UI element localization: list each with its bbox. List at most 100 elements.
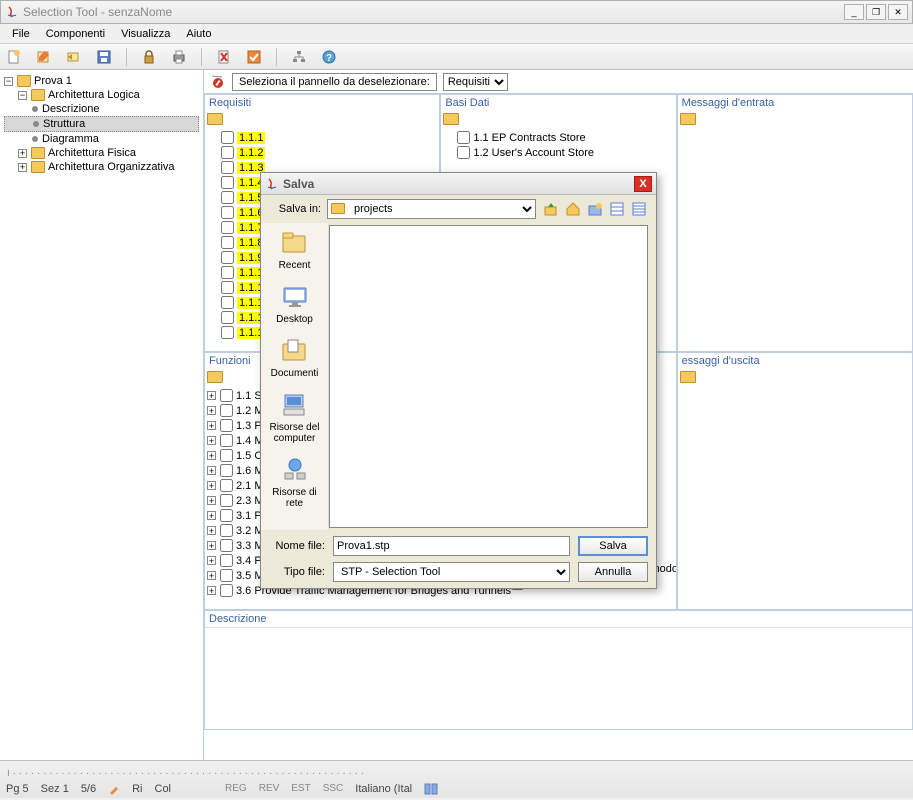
folder-icon[interactable]: [443, 113, 459, 125]
list-item[interactable]: 1.2 User's Account Store: [457, 145, 673, 160]
menu-componenti[interactable]: Componenti: [38, 26, 113, 42]
checkbox[interactable]: [220, 494, 233, 507]
tree-root[interactable]: − Prova 1: [4, 74, 199, 88]
list-item[interactable]: 1.1 EP Contracts Store: [457, 130, 673, 145]
folder-icon[interactable]: [207, 371, 223, 383]
expand-icon[interactable]: +: [207, 466, 216, 475]
checkbox[interactable]: [220, 584, 233, 597]
expand-icon[interactable]: +: [207, 436, 216, 445]
checkbox[interactable]: [221, 281, 234, 294]
home-icon[interactable]: [564, 200, 582, 218]
list-item[interactable]: 1.1.2: [221, 145, 437, 160]
edit-icon[interactable]: [36, 49, 52, 65]
collapse-icon[interactable]: −: [18, 91, 27, 100]
tree-arch-logica[interactable]: − Architettura Logica: [4, 88, 199, 102]
list-item[interactable]: 1.1.1: [221, 130, 437, 145]
back-icon[interactable]: [66, 49, 82, 65]
expand-icon[interactable]: +: [207, 541, 216, 550]
checkbox[interactable]: [220, 404, 233, 417]
expand-icon[interactable]: +: [207, 556, 216, 565]
tree-descrizione[interactable]: Descrizione: [4, 102, 199, 116]
save-icon[interactable]: [96, 49, 112, 65]
tree-arch-fisica[interactable]: + Architettura Fisica: [4, 146, 199, 160]
sidebar-risorse[interactable]: Risorse del computer: [263, 391, 326, 444]
checkbox[interactable]: [221, 326, 234, 339]
expand-icon[interactable]: +: [18, 149, 27, 158]
tree-arch-org[interactable]: + Architettura Organizzativa: [4, 160, 199, 174]
panel-selector-dropdown[interactable]: Requisiti: [443, 73, 508, 91]
menu-file[interactable]: File: [4, 26, 38, 42]
salva-button[interactable]: Salva: [578, 536, 648, 556]
tree-struttura[interactable]: Struttura: [4, 116, 199, 132]
print-icon[interactable]: [171, 49, 187, 65]
sidebar-documenti[interactable]: Documenti: [271, 337, 319, 379]
expand-icon[interactable]: +: [207, 421, 216, 430]
checkbox[interactable]: [220, 539, 233, 552]
menu-aiuto[interactable]: Aiuto: [178, 26, 219, 42]
expand-icon[interactable]: +: [207, 481, 216, 490]
tree-diagramma[interactable]: Diagramma: [4, 132, 199, 146]
list-view-icon[interactable]: [608, 200, 626, 218]
tipo-file-dropdown[interactable]: STP - Selection Tool: [333, 562, 570, 582]
close-button[interactable]: ✕: [888, 4, 908, 20]
checkbox[interactable]: [220, 449, 233, 462]
folder-icon[interactable]: [207, 113, 223, 125]
checkbox[interactable]: [220, 524, 233, 537]
nome-file-input[interactable]: [333, 536, 570, 556]
checkbox[interactable]: [220, 464, 233, 477]
hierarchy-icon[interactable]: [291, 49, 307, 65]
checkbox[interactable]: [221, 221, 234, 234]
folder-icon[interactable]: [680, 371, 696, 383]
checkbox[interactable]: [221, 311, 234, 324]
expand-icon[interactable]: +: [207, 451, 216, 460]
expand-icon[interactable]: +: [207, 391, 216, 400]
descrizione-body[interactable]: [205, 627, 912, 729]
checkbox[interactable]: [457, 146, 470, 159]
folder-icon[interactable]: [680, 113, 696, 125]
checkbox[interactable]: [220, 389, 233, 402]
dialog-file-area[interactable]: [329, 225, 648, 528]
delete-icon[interactable]: [216, 49, 232, 65]
annulla-button[interactable]: Annulla: [578, 562, 648, 582]
checkbox[interactable]: [220, 569, 233, 582]
detail-view-icon[interactable]: [630, 200, 648, 218]
checkbox[interactable]: [221, 266, 234, 279]
new-icon[interactable]: [6, 49, 22, 65]
expand-icon[interactable]: +: [207, 406, 216, 415]
expand-icon[interactable]: +: [207, 571, 216, 580]
sidebar-rete[interactable]: Risorse di rete: [263, 456, 326, 509]
dialog-close-button[interactable]: X: [634, 176, 652, 192]
minimize-button[interactable]: _: [844, 4, 864, 20]
checkbox[interactable]: [220, 419, 233, 432]
checkbox[interactable]: [220, 479, 233, 492]
checkbox[interactable]: [220, 434, 233, 447]
checkbox[interactable]: [220, 554, 233, 567]
maximize-button[interactable]: ❐: [866, 4, 886, 20]
checkbox[interactable]: [221, 236, 234, 249]
help-icon[interactable]: ?: [321, 49, 337, 65]
checkbox[interactable]: [221, 176, 234, 189]
expand-icon[interactable]: +: [207, 586, 216, 595]
expand-icon[interactable]: +: [207, 511, 216, 520]
checkbox[interactable]: [221, 206, 234, 219]
collapse-icon[interactable]: −: [4, 77, 13, 86]
checkbox[interactable]: [220, 509, 233, 522]
lock-icon[interactable]: [141, 49, 157, 65]
sidebar-desktop[interactable]: Desktop: [276, 283, 313, 325]
salva-in-dropdown[interactable]: projects: [327, 199, 536, 219]
checkbox[interactable]: [221, 131, 234, 144]
checkbox[interactable]: [221, 191, 234, 204]
expand-icon[interactable]: +: [207, 526, 216, 535]
deselect-icon[interactable]: [210, 74, 226, 90]
expand-icon[interactable]: +: [18, 163, 27, 172]
checkbox[interactable]: [221, 146, 234, 159]
sidebar-recent[interactable]: Recent: [279, 229, 311, 271]
expand-icon[interactable]: +: [207, 496, 216, 505]
up-folder-icon[interactable]: [542, 200, 560, 218]
flag-icon[interactable]: [246, 49, 262, 65]
checkbox[interactable]: [221, 161, 234, 174]
menu-visualizza[interactable]: Visualizza: [113, 26, 178, 42]
checkbox[interactable]: [457, 131, 470, 144]
checkbox[interactable]: [221, 251, 234, 264]
checkbox[interactable]: [221, 296, 234, 309]
